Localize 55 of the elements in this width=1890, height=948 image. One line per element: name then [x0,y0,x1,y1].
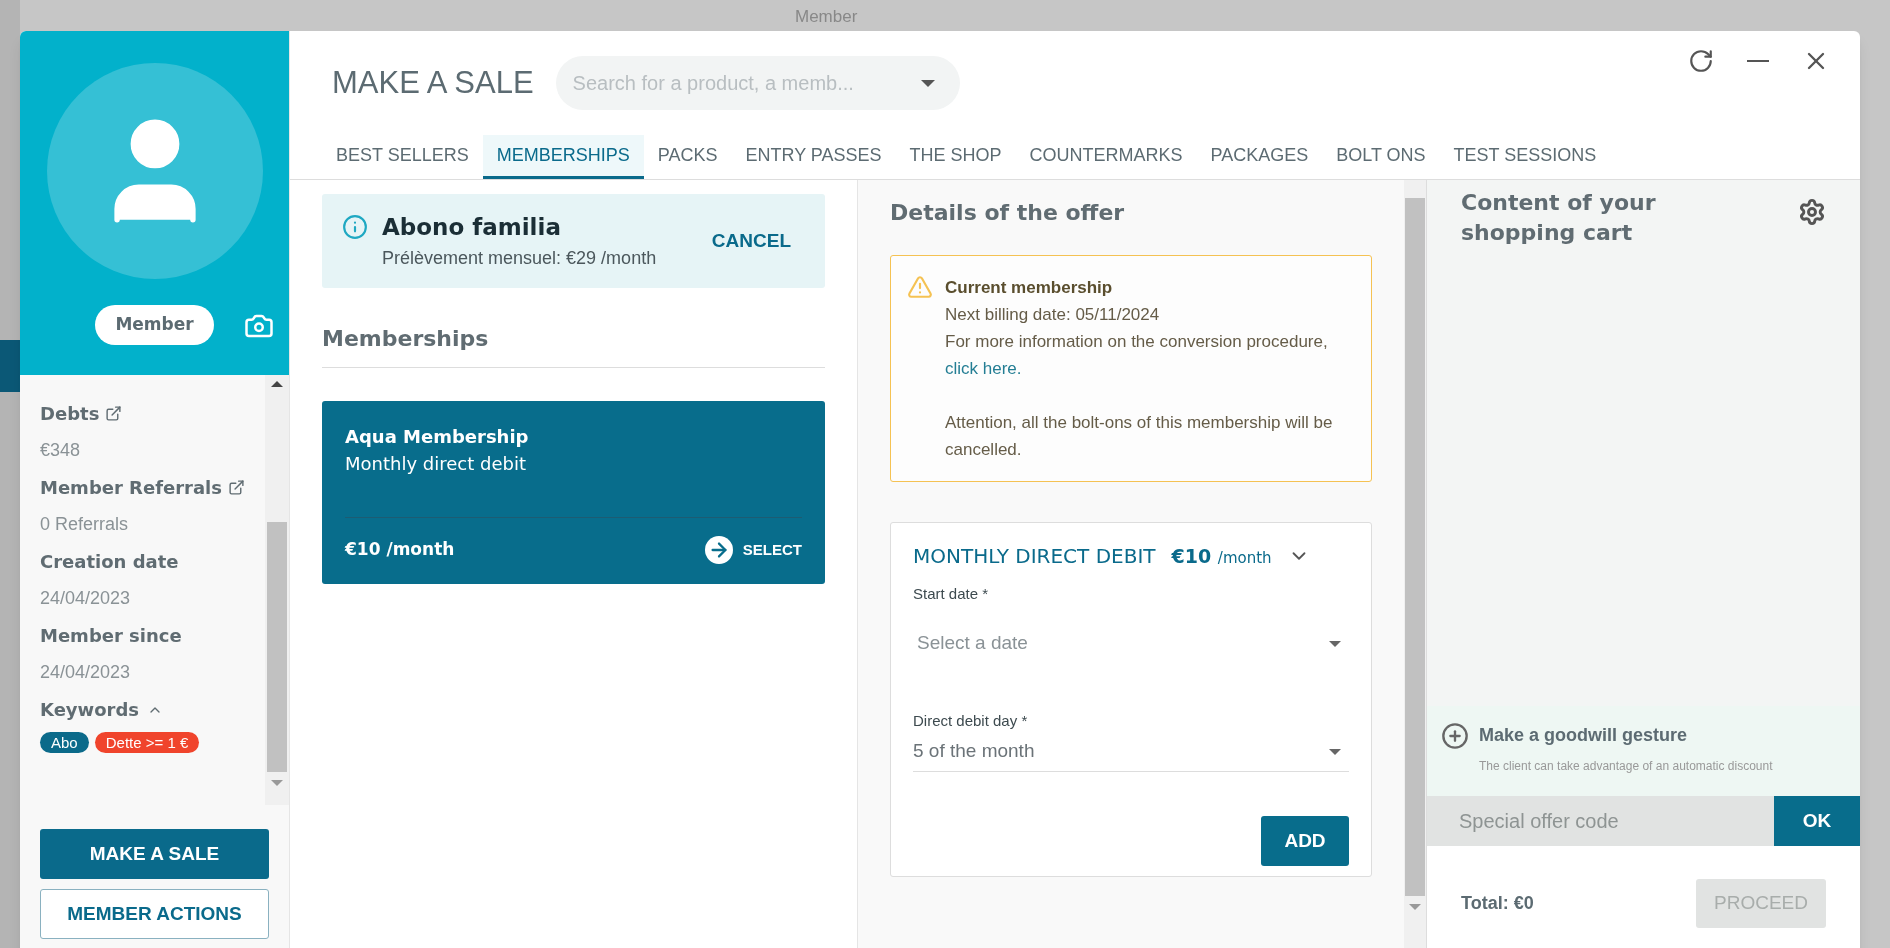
field-value: 24/04/2023 [40,661,132,684]
membership-name: Aqua Membership [345,425,530,449]
field-link[interactable]: Debts [40,400,123,427]
plan-title: MONTHLY DIRECT DEBIT [913,543,1156,570]
tab[interactable]: ENTRY PASSES [731,134,896,179]
field-label: Creation date [40,550,179,574]
warning-text: Attention, all the bolt-ons of this membership will be cancelled. [945,412,1334,461]
tab[interactable]: BEST SELLERS [322,134,483,179]
offer-name: Abono familia [382,213,562,243]
plan-price: €10 /month [1171,543,1272,569]
select-button[interactable]: SELECT [704,536,802,564]
field-value: €348 [40,439,82,462]
keywords-label: Keywords [40,698,140,722]
notice-title: Current membership [945,277,1114,299]
membership-card[interactable]: Aqua Membership Monthly direct debit €10 /month SELECT [322,401,825,584]
proceed-button: PROCEED [1696,879,1826,928]
member-badge: Member [95,305,214,345]
field-value: 24/04/2023 [40,587,132,610]
notice-text: For more information on the conversion procedure, click here. [945,331,1329,380]
field-label: Direct debit day * [913,710,1029,731]
tab[interactable]: PACKS [643,134,732,179]
cart-heading: Content of your shopping cart [1461,189,1657,247]
dialog-title: MAKE A SALE [332,63,534,102]
cart-total: Total: €0 [1461,892,1534,915]
keyword-tag: Abo [40,732,89,753]
offer-detail: Prélèvement mensuel: €29 /month [382,246,657,270]
date-field[interactable]: Select a date [913,605,1349,682]
section-heading: Memberships [322,322,825,368]
goodwill-title: Make a goodwill gesture [1479,724,1689,747]
cancel-button[interactable]: CANCEL [711,226,791,256]
membership-price: €10 /month [345,538,455,562]
goodwill-hint: The client can take advantage of an automatic discount [1479,758,1773,775]
details-heading: Details of the offer [890,199,1126,227]
offer-code-field[interactable]: Special offer code [1427,796,1774,846]
field-label: Start date * [913,584,990,604]
tab[interactable]: TEST SESSIONS [1439,134,1611,179]
field-link[interactable]: Member Referrals [40,474,245,501]
tab[interactable]: MEMBERSHIPS [482,134,644,179]
make-sale-button[interactable]: MAKE A SALE [40,829,269,879]
select-field[interactable]: 5 of the month [913,732,1349,772]
billing-date: Next billing date: 05/11/2024 [945,304,1161,326]
tab[interactable]: BOLT ONS [1322,134,1440,179]
ok-button[interactable]: OK [1774,796,1860,846]
membership-plan: Monthly direct debit [345,452,527,476]
tab[interactable]: COUNTERMARKS [1015,134,1197,179]
tab[interactable]: THE SHOP [895,134,1016,179]
member-actions-button[interactable]: MEMBER ACTIONS [40,889,269,939]
add-button[interactable]: ADD [1261,816,1349,866]
click-here-link[interactable]: click here. [945,359,1022,378]
keyword-tag: Dette >= 1 € [94,732,200,753]
field-label: Member since [40,624,182,648]
goodwill-panel[interactable]: Make a goodwill gesture The client can take advantage of an automatic discount [1427,706,1860,796]
field-value: 0 Referrals [40,513,130,536]
tab[interactable]: PACKAGES [1196,134,1323,179]
backdrop-label: Member [795,6,858,28]
